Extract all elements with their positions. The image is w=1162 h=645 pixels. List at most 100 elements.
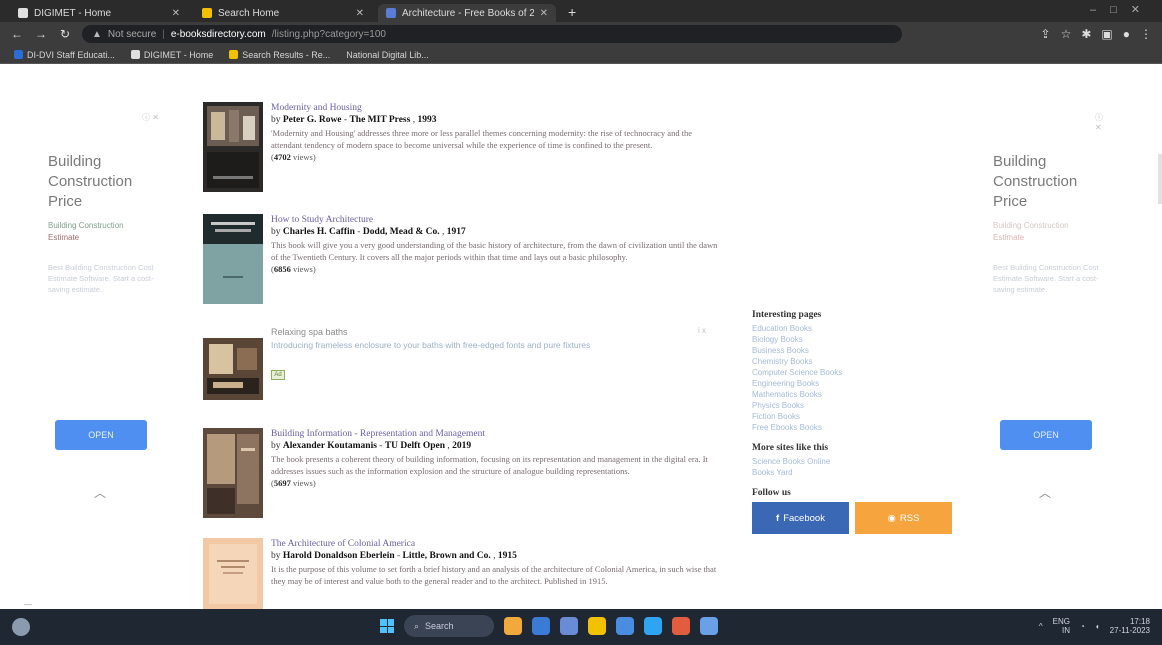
book-cover-image[interactable] (203, 538, 263, 610)
tab-close-icon[interactable]: ✕ (356, 8, 364, 19)
window-controls[interactable]: –□✕ (1090, 3, 1154, 16)
reload-icon[interactable]: ↻ (58, 27, 72, 41)
book-description: This book will give you a very good unde… (271, 240, 718, 262)
bookmark-item[interactable]: DIGIMET - Home (130, 50, 213, 60)
sidebar-icon[interactable]: ▣ (1101, 27, 1112, 41)
views-label: views (292, 264, 313, 274)
browser-tab-1[interactable]: DIGIMET - Home ✕ (10, 4, 188, 22)
share-icon[interactable]: ⇪ (1041, 27, 1051, 41)
scrollbar-thumb[interactable] (1158, 154, 1162, 204)
sidebar-link[interactable]: Chemistry Books (752, 356, 952, 367)
chevron-up-icon[interactable]: ︿ (1039, 484, 1051, 501)
clock-time: 17:18 (1129, 617, 1150, 626)
by-label: by (271, 441, 281, 451)
tab-close-icon[interactable]: ✕ (540, 8, 548, 19)
book-cover-image[interactable] (203, 428, 263, 518)
bookmark-item[interactable]: National Digital Lib... (346, 50, 429, 60)
views-count: 6856 (273, 264, 291, 274)
book-title-link[interactable]: Building Information - Representation an… (271, 428, 718, 440)
teams-icon[interactable] (560, 617, 578, 635)
chrome-icon[interactable] (672, 617, 690, 635)
bookmark-item[interactable]: DI-DVI Staff Educati... (14, 50, 115, 60)
tab-label: Search Home (218, 7, 280, 19)
new-tab-button[interactable]: + (562, 4, 582, 22)
sidebar-link[interactable]: Computer Science Books (752, 367, 952, 378)
sponsored-info: Relaxing spa baths Introducing frameless… (271, 326, 718, 351)
edge-icon[interactable] (644, 617, 662, 635)
bookmark-favicon-icon (229, 50, 239, 59)
tab-label: Architecture - Free Books of 200... (402, 7, 534, 19)
ad-close-icon[interactable]: ⓘ ✕ (142, 112, 159, 123)
weather-icon[interactable] (12, 618, 30, 636)
toolbar-actions: ⇪ ☆ ✱ ▣ ● ⋮ (1041, 27, 1152, 41)
widgets-icon[interactable] (504, 617, 522, 635)
chevron-up-icon[interactable]: ^ (1039, 622, 1043, 631)
sidebar-link[interactable]: Physics Books (752, 400, 952, 411)
wifi-icon[interactable]: ◔ (1080, 622, 1085, 631)
forward-arrow-icon[interactable]: → (34, 27, 48, 41)
menu-icon[interactable]: ⋮ (1140, 27, 1152, 41)
book-title-link[interactable]: How to Study Architecture (271, 214, 718, 226)
facebook-button[interactable]: f Facebook (752, 502, 849, 534)
ad-close-icon[interactable]: ⓘ ✕ (1095, 112, 1105, 132)
views-count: 5697 (273, 478, 291, 488)
taskbar-apps: ⌕ Search (380, 615, 718, 637)
book-cover-image[interactable] (203, 214, 263, 304)
volume-icon[interactable]: ◖ (1095, 622, 1100, 631)
url-security-label: Not secure (107, 28, 157, 40)
star-icon[interactable]: ☆ (1061, 27, 1072, 41)
address-bar[interactable]: ▲ Not secure | e-booksdirectory.com/list… (82, 25, 902, 43)
chevron-up-icon[interactable]: ︿ (94, 484, 106, 501)
url-path: /listing.php?category=100 (271, 28, 386, 40)
book-publisher: The MIT Press (349, 115, 411, 125)
app-icon[interactable] (700, 617, 718, 635)
scroll-indicator-icon: — (24, 600, 32, 609)
extensions-icon[interactable]: ✱ (1081, 27, 1091, 41)
taskbar-search[interactable]: ⌕ Search (404, 615, 494, 637)
book-info: The Architecture of Colonial America by … (271, 538, 718, 587)
web-page: ⓘ ✕ Building Construction Price Building… (0, 64, 1162, 610)
book-year: 1993 (417, 115, 437, 125)
sponsored-image[interactable] (203, 338, 263, 400)
book-info: Modernity and Housing by Peter G. Rowe -… (271, 102, 718, 163)
tab-close-icon[interactable]: ✕ (172, 8, 180, 19)
book-title-link[interactable]: The Architecture of Colonial America (271, 538, 718, 550)
store-icon[interactable] (616, 617, 634, 635)
ad-open-button[interactable]: OPEN (55, 420, 147, 450)
follow-section: Follow us f Facebook ◉ RSS (752, 488, 952, 534)
browser-tab-3[interactable]: Architecture - Free Books of 200... ✕ (378, 4, 556, 22)
book-publisher: TU Delft Open (384, 441, 446, 451)
bookmark-favicon-icon (130, 50, 140, 59)
profile-icon[interactable]: ● (1123, 27, 1130, 41)
sidebar-link[interactable]: Biology Books (752, 334, 952, 345)
chat-icon[interactable] (532, 617, 550, 635)
sponsored-title[interactable]: Relaxing spa baths (271, 326, 718, 338)
sidebar-link[interactable]: Fiction Books (752, 411, 952, 422)
sidebar-link[interactable]: Books Yard (752, 467, 952, 478)
windows-start-icon[interactable] (380, 619, 394, 633)
tab-favicon-icon (18, 8, 28, 18)
rss-button[interactable]: ◉ RSS (855, 502, 952, 534)
book-title-link[interactable]: Modernity and Housing (271, 102, 718, 114)
ad-open-button[interactable]: OPEN (1000, 420, 1092, 450)
sidebar-link[interactable]: Engineering Books (752, 378, 952, 389)
back-arrow-icon[interactable]: ← (10, 27, 24, 41)
language-indicator[interactable]: ENG IN (1053, 617, 1070, 635)
bookmark-item[interactable]: Search Results - Re... (229, 50, 330, 60)
book-info: Building Information - Representation an… (271, 428, 718, 489)
book-byline: by Charles H. Caffin - Dodd, Mead & Co. … (271, 227, 466, 237)
ad-close-icon[interactable]: i x (698, 326, 706, 335)
ad-title: Building Construction Price (48, 153, 133, 210)
sidebar-link[interactable]: Business Books (752, 345, 952, 356)
book-cover-image[interactable] (203, 102, 263, 192)
sidebar-link[interactable]: Science Books Online (752, 456, 952, 467)
sidebar-link[interactable]: Mathematics Books (752, 389, 952, 400)
sidebar-link[interactable]: Education Books (752, 323, 952, 334)
sidebar-link[interactable]: Free Ebooks Books (752, 422, 952, 433)
section-heading: Follow us (752, 488, 791, 498)
browser-tab-2[interactable]: Search Home ✕ (194, 4, 372, 22)
book-publisher: Little, Brown and Co. (402, 551, 491, 561)
file-explorer-icon[interactable] (588, 617, 606, 635)
clock[interactable]: 17:18 27-11-2023 (1110, 617, 1150, 635)
by-label: by (271, 551, 281, 561)
